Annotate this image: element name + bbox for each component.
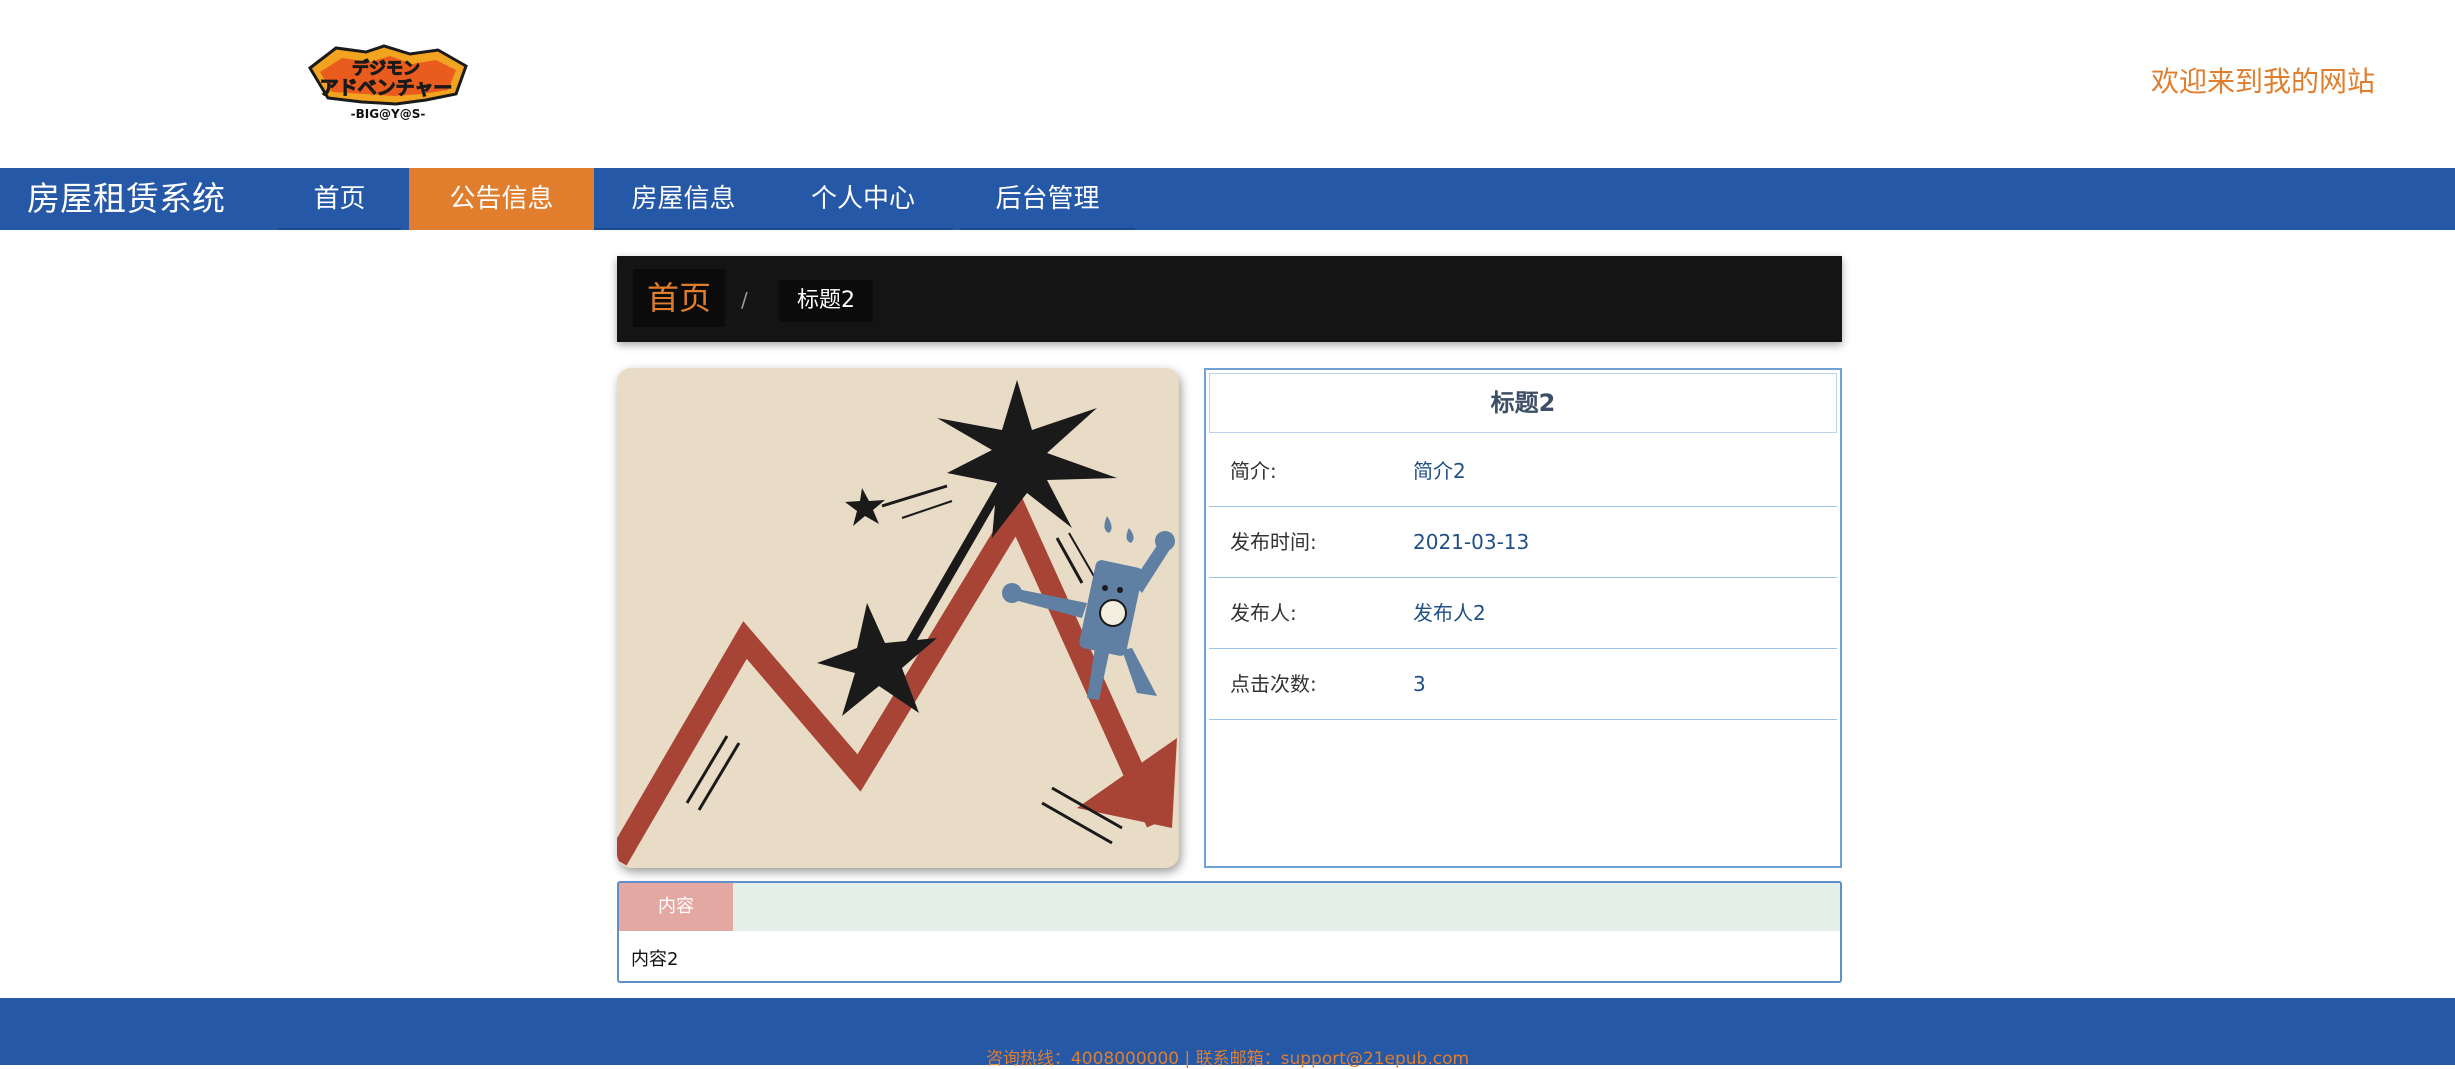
detail-row-publish-time: 发布时间: 2021-03-13	[1209, 507, 1837, 578]
nav-underline	[773, 228, 953, 230]
detail-label: 发布人:	[1230, 601, 1297, 625]
site-logo[interactable]: デジモン アドベンチャー -BIG@Y@S-	[306, 42, 468, 124]
content-tab-bar: 内容	[619, 883, 1840, 931]
footer-contact: 咨询热线：4008000000 | 联系邮箱：support@21epub.co…	[985, 1049, 1470, 1069]
content-text: 内容2	[631, 949, 679, 970]
nav-item-personal-center[interactable]: 个人中心	[773, 168, 953, 230]
nav-item-home[interactable]: 首页	[278, 168, 401, 230]
breadcrumb-home-link[interactable]: 首页	[633, 269, 726, 327]
nav-item-label: 公告信息	[449, 184, 554, 214]
nav-item-admin[interactable]: 后台管理	[960, 168, 1135, 230]
nav-item-label: 首页	[313, 184, 366, 214]
site-footer: 咨询热线：4008000000 | 联系邮箱：support@21epub.co…	[0, 998, 2455, 1069]
svg-text:アドベンチャー: アドベンチャー	[320, 77, 453, 99]
breadcrumb-separator: /	[741, 288, 748, 312]
detail-title: 标题2	[1209, 373, 1837, 433]
nav-item-announcements[interactable]: 公告信息	[409, 168, 594, 230]
breadcrumb-current: 标题2	[779, 280, 873, 322]
nav-underline	[278, 228, 401, 230]
tab-content[interactable]: 内容	[619, 883, 733, 931]
svg-text:-BIG@Y@S-: -BIG@Y@S-	[351, 107, 426, 121]
content-panel: 内容 内容2	[617, 881, 1842, 983]
announcement-detail-panel: 标题2 简介: 简介2 发布时间: 2021-03-13 发布人: 发布人2 点…	[1204, 368, 1842, 868]
detail-value: 简介2	[1413, 459, 1466, 483]
detail-label: 发布时间:	[1230, 530, 1317, 554]
detail-value: 2021-03-13	[1413, 530, 1530, 554]
announcement-image	[617, 368, 1179, 868]
detail-row-click-count: 点击次数: 3	[1209, 649, 1837, 720]
main-nav: 房屋租赁系统 首页 公告信息 房屋信息 个人中心 后台管理	[0, 168, 2455, 230]
nav-item-label: 后台管理	[995, 184, 1100, 214]
nav-item-label: 个人中心	[810, 184, 915, 214]
detail-value: 发布人2	[1413, 601, 1486, 625]
svg-text:デジモン: デジモン	[352, 58, 420, 79]
detail-value: 3	[1413, 672, 1426, 696]
detail-row-publisher: 发布人: 发布人2	[1209, 578, 1837, 649]
nav-item-label: 房屋信息	[631, 184, 736, 214]
welcome-text: 欢迎来到我的网站	[2150, 65, 2375, 98]
detail-label: 简介:	[1230, 459, 1277, 483]
nav-underline	[960, 228, 1135, 230]
brand-title[interactable]: 房屋租赁系统	[27, 168, 225, 230]
site-header: デジモン アドベンチャー -BIG@Y@S- 欢迎来到我的网站	[0, 0, 2455, 168]
nav-item-houses[interactable]: 房屋信息	[594, 168, 773, 230]
detail-row-summary: 简介: 简介2	[1209, 436, 1837, 507]
nav-underline	[594, 228, 773, 230]
breadcrumb: 首页 / 标题2	[617, 256, 1842, 342]
detail-label: 点击次数:	[1230, 672, 1317, 696]
